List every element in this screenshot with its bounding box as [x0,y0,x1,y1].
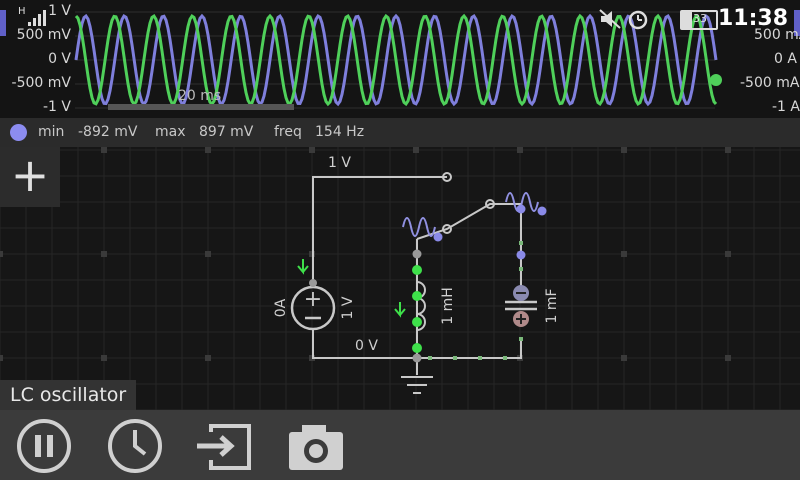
voltage-tick: -1 V [43,99,71,115]
clock-icon [108,419,162,473]
max-value: 897 mV [199,124,254,140]
circuit-schematic: + 1 V 0 V 0A 1 V 1 mH 1 mF [0,147,800,410]
max-label: max [155,124,186,140]
screenshot-button[interactable] [286,418,346,474]
import-icon [197,424,251,470]
top-voltage-label: 1 V [328,155,351,171]
voltage-tick: 0 V [48,51,71,67]
voltage-tick: -500 mV [11,75,71,91]
ground-symbol [401,376,433,394]
circuit-title: LC oscillator [0,380,137,410]
pause-button[interactable] [14,418,74,474]
scope-scrollbar[interactable] [108,104,294,110]
current-tick: -1 A [772,99,800,115]
svg-text:+: + [304,287,322,312]
source-current-label: 0A [273,298,289,317]
timing-button[interactable] [105,418,165,474]
time-scale-label: 20 ms [178,88,221,104]
freq-value: 154 Hz [315,124,365,140]
freq-label: freq [274,124,302,140]
import-button[interactable] [193,418,253,474]
min-label: min [38,124,65,140]
alarm-icon [628,10,648,30]
bottom-toolbar [0,410,800,480]
mute-icon [599,9,621,29]
clock-time: 11:38 [717,6,788,31]
h-indicator: H [18,6,26,17]
capacitor-label: 1 mF [544,288,560,323]
current-tick: -500 mA [740,75,800,91]
ground-voltage-label: 0 V [355,338,378,354]
current-tick: 0 A [774,51,797,67]
battery-icon: 33 [680,10,718,30]
top-wire [312,176,447,287]
circuit-canvas[interactable]: + 1 V 0 V 0A 1 V 1 mH 1 mF [0,147,800,410]
camera-icon [289,425,343,470]
battery-level: 33 [693,12,707,25]
source-voltage-label: 1 V [340,296,356,319]
signal-icon [28,10,46,26]
add-component-button[interactable]: + [0,147,60,207]
min-value: -892 mV [78,124,138,140]
oscilloscope-panel[interactable]: 20 ms 1 V 500 mV 0 V -500 mV -1 V 500 mA… [0,0,800,118]
status-bar: H 33 11:38 [0,0,800,36]
pause-icon [17,419,71,473]
trace-color-dot [10,124,27,141]
measurement-bar: min -892 mV max 897 mV freq 154 Hz [0,118,800,147]
inductor-label: 1 mH [440,287,456,325]
probe-trace-1 [402,217,436,237]
